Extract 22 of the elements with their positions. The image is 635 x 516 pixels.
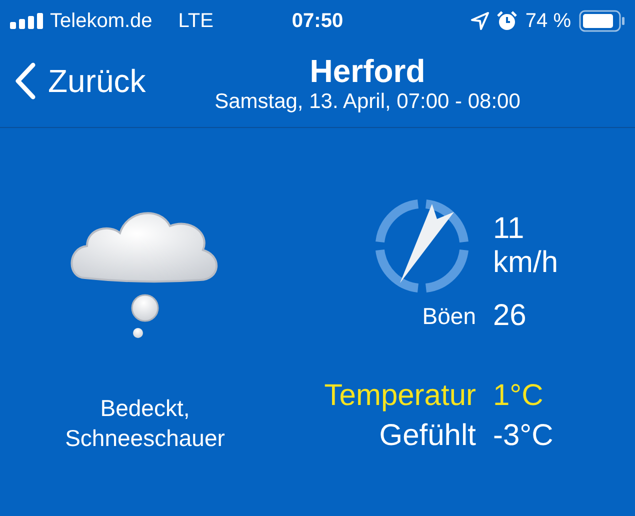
reading-value: -3°C	[493, 418, 554, 454]
gusts-label: Böen	[422, 302, 476, 330]
gusts-speed: 26	[493, 298, 528, 334]
battery-icon	[579, 10, 625, 32]
battery-percent: 74 %	[525, 10, 571, 32]
network-type: LTE	[178, 10, 214, 32]
weather-condition: Bedeckt, Schneeschauer	[64, 394, 226, 453]
reading-value: 1°C	[493, 378, 544, 414]
carrier-name: Telekom.de	[50, 10, 152, 32]
alarm-clock-icon	[497, 11, 518, 31]
reading-label: Temperatur	[324, 378, 476, 414]
date-time-range: Samstag, 13. April, 07:00 - 08:00	[214, 90, 520, 114]
clock-time: 07:50	[292, 10, 344, 32]
reading-label: Gefühlt	[379, 418, 476, 454]
signal-icon	[10, 13, 44, 29]
wind-unit: km/h	[493, 246, 560, 280]
location-arrow-icon	[471, 12, 490, 30]
back-button[interactable]: Zurück	[14, 62, 146, 100]
chevron-left-icon	[14, 62, 36, 100]
wind-compass-icon	[374, 198, 470, 294]
city-title: Herford	[310, 52, 426, 90]
wind-speed: 11	[493, 212, 526, 246]
